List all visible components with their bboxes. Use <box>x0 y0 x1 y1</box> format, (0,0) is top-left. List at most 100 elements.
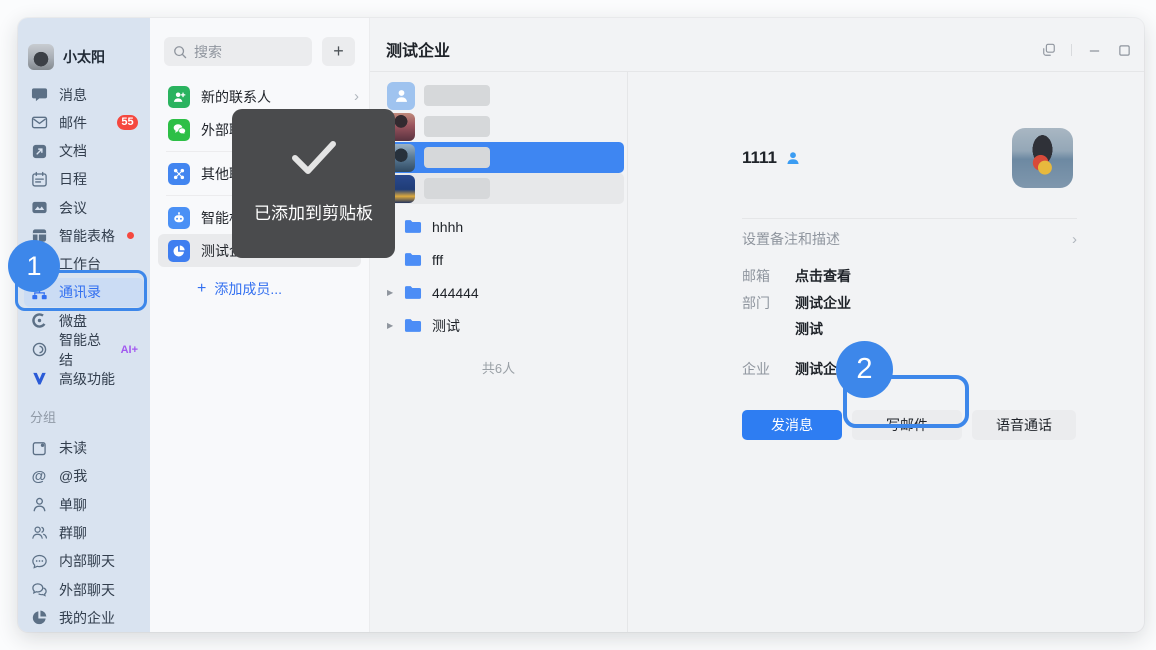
sidebar-item-label: 文档 <box>59 141 87 161</box>
member-count: 共6人 <box>370 358 627 377</box>
chevron-right-icon: › <box>1072 231 1077 248</box>
redacted-member-name <box>424 116 490 137</box>
redacted-member-name <box>424 178 490 199</box>
add-member-label: 添加成员... <box>214 279 282 299</box>
member-row[interactable] <box>378 173 624 204</box>
add-member-button[interactable]: + 添加成员... <box>197 279 369 299</box>
notification-dot <box>127 232 134 239</box>
annotation-step-2-circle: 2 <box>836 341 893 398</box>
clipboard-toast: 已添加到剪贴板 <box>232 109 395 258</box>
check-icon <box>286 135 342 179</box>
advanced-features-icon <box>30 370 48 388</box>
folder-icon <box>403 251 423 268</box>
folder-row-test[interactable]: ▶ 测试 <box>370 309 627 342</box>
sidebar-item-label: 消息 <box>59 85 87 105</box>
person-icon <box>30 496 48 514</box>
voice-call-button[interactable]: 语音通话 <box>972 410 1076 440</box>
pie-chart-icon <box>30 609 48 627</box>
minimize-icon[interactable] <box>1086 42 1102 58</box>
sidebar-item-label: 微盘 <box>59 311 87 331</box>
sidebar-item-label: 内部聊天 <box>59 551 115 571</box>
redacted-member-name <box>424 147 490 168</box>
member-row-selected[interactable] <box>378 142 624 173</box>
sidebar-item-label: 高级功能 <box>59 369 115 389</box>
calendar-icon <box>30 170 48 188</box>
sidebar-item-docs[interactable]: 文档 <box>18 137 150 165</box>
folder-icon <box>403 317 423 334</box>
folder-name: fff <box>432 252 443 268</box>
contact-name: 1111 <box>742 148 777 168</box>
sidebar-item-label: 智能总结 <box>59 330 108 370</box>
sidebar-item-mail[interactable]: 邮件 55 <box>18 109 150 137</box>
folder-row-hhhh[interactable]: hhhh <box>370 210 627 243</box>
sidebar-item-label: 未读 <box>59 438 87 458</box>
sidebar-item-ai-summary[interactable]: 智能总结 AI+ <box>18 335 150 365</box>
folder-name: 444444 <box>432 285 479 301</box>
expand-arrow-icon[interactable]: ▶ <box>387 321 403 330</box>
user-profile[interactable]: 小太阳 <box>18 44 150 70</box>
sidebar-item-label: 单聊 <box>59 495 87 515</box>
person-badge-icon <box>785 150 801 166</box>
field-row-department: 部门 测试企业 测试 <box>742 290 1077 342</box>
meeting-icon <box>30 199 48 217</box>
sidebar-item-unread[interactable]: 未读 <box>18 434 150 462</box>
sidebar-item-label: 我的企业 <box>59 608 115 628</box>
maximize-icon[interactable] <box>1116 42 1132 58</box>
sidebar-item-label: 日程 <box>59 169 87 189</box>
expand-arrow-icon[interactable]: ▶ <box>387 288 403 297</box>
ai-summary-icon <box>30 341 48 359</box>
groups-section-label: 分组 <box>18 393 150 434</box>
search-input[interactable]: 搜索 <box>164 37 312 66</box>
member-row[interactable] <box>378 111 624 142</box>
unread-icon <box>30 439 48 457</box>
send-message-button[interactable]: 发消息 <box>742 410 842 440</box>
field-label: 部门 <box>742 290 795 342</box>
sidebar-item-external-chats[interactable]: 外部聊天 <box>18 575 150 603</box>
chat-bubble-dots-icon <box>30 552 48 570</box>
divider <box>742 218 1077 219</box>
set-note-label: 设置备注和描述 <box>742 229 840 249</box>
redacted-member-name <box>424 85 490 106</box>
popout-icon[interactable] <box>1041 42 1057 58</box>
wechat-icon <box>168 119 190 141</box>
folder-icon <box>403 284 423 301</box>
sidebar-item-messages[interactable]: 消息 <box>18 80 150 108</box>
plus-icon: + <box>197 280 206 298</box>
other-contacts-icon <box>168 163 190 185</box>
company-icon <box>168 240 190 262</box>
folder-name: hhhh <box>432 219 463 235</box>
sidebar-item-meetings[interactable]: 会议 <box>18 193 150 221</box>
sidebar-item-label: 会议 <box>59 198 87 218</box>
folder-row-444444[interactable]: ▶ 444444 <box>370 276 627 309</box>
sidebar-item-label: 外部聊天 <box>59 580 115 600</box>
divider <box>1071 44 1072 56</box>
mail-icon <box>30 114 48 132</box>
folder-row-fff[interactable]: fff <box>370 243 627 276</box>
panel-title: 测试企业 <box>386 37 450 61</box>
sidebar-item-advanced-features[interactable]: 高级功能 <box>18 365 150 393</box>
mail-unread-badge: 55 <box>117 115 138 130</box>
add-contact-button[interactable]: + <box>322 37 355 66</box>
user-name: 小太阳 <box>63 47 105 67</box>
sidebar-item-direct-chats[interactable]: 单聊 <box>18 491 150 519</box>
contact-photo[interactable] <box>1012 128 1073 188</box>
sidebar-item-my-company[interactable]: 我的企业 <box>18 604 150 632</box>
ai-plus-tag: AI+ <box>121 344 138 356</box>
email-reveal-link[interactable]: 点击查看 <box>795 263 851 289</box>
screen: 小太阳 消息 邮件 55 文档 日程 会议 <box>0 0 1156 650</box>
field-row-email: 邮箱 点击查看 <box>742 263 1077 289</box>
sidebar-item-group-chats[interactable]: 群聊 <box>18 519 150 547</box>
set-note-link[interactable]: 设置备注和描述 › <box>742 227 1077 251</box>
sidebar-item-calendar[interactable]: 日程 <box>18 165 150 193</box>
contact-item-label: 新的联系人 <box>201 87 271 107</box>
sidebar-item-label: 群聊 <box>59 523 87 543</box>
sidebar-item-internal-chats[interactable]: 内部聊天 <box>18 547 150 575</box>
sidebar-item-label: @我 <box>59 466 87 486</box>
sidebar-item-mention-me[interactable]: @ @我 <box>18 462 150 490</box>
main-panel: 测试企业 <box>370 18 1144 632</box>
member-avatar <box>387 82 415 110</box>
toast-text: 已添加到剪贴板 <box>254 199 373 224</box>
member-row[interactable] <box>378 80 624 111</box>
members-panel: hhhh fff ▶ 444444 ▶ <box>370 72 628 632</box>
message-icon <box>30 86 48 104</box>
